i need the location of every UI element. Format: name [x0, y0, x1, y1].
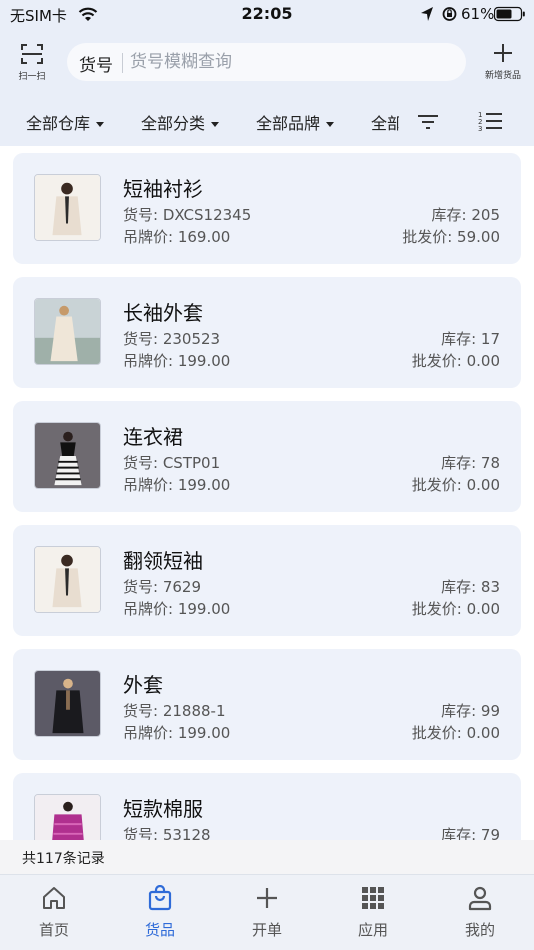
product-name: 翻领短袖: [123, 549, 203, 573]
product-code: 货号: 230523: [123, 330, 221, 348]
scan-icon: [21, 44, 43, 64]
filter-bar: 全部仓库 全部分类 全部品牌 全部 1 2 3: [0, 98, 534, 146]
product-code: 货号: DXCS12345: [123, 206, 252, 224]
add-product-button[interactable]: 新增货品: [480, 42, 526, 86]
caret-down-icon: [211, 122, 220, 127]
stock-count: 库存: 17: [441, 330, 500, 348]
tab-create-order-label: 开单: [251, 921, 282, 939]
wholesale-price: 批发价: 0.00: [411, 724, 500, 742]
product-list[interactable]: 短袖衬衫 货号: DXCS12345 吊牌价: 169.00 库存: 205 批…: [0, 146, 534, 840]
product-code: 货号: CSTP01: [123, 454, 221, 472]
tab-products[interactable]: 货品: [120, 885, 200, 940]
product-name: 连衣裙: [123, 425, 183, 449]
wholesale-price: 批发价: 59.00: [402, 228, 500, 246]
product-name: 长袖外套: [123, 301, 203, 325]
scan-label: 扫一扫: [18, 72, 46, 82]
product-card[interactable]: 翻领短袖 货号: 7629 吊牌价: 199.00 库存: 83 批发价: 0.…: [13, 525, 521, 636]
search-input[interactable]: [130, 47, 450, 77]
tab-home[interactable]: 首页: [14, 885, 94, 940]
svg-text:3: 3: [478, 125, 482, 133]
stock-count: 库存: 83: [441, 578, 500, 596]
stock-count: 库存: 78: [441, 454, 500, 472]
bag-icon: [148, 885, 172, 911]
purple-padded-jacket-photo: [34, 794, 101, 840]
tag-price: 吊牌价: 199.00: [123, 724, 231, 742]
user-icon: [468, 886, 492, 911]
product-code: 货号: 53128: [123, 826, 211, 840]
beige-coat-photo: [34, 174, 101, 241]
product-card[interactable]: 短款棉服 货号: 53128 库存: 79: [13, 773, 521, 840]
wholesale-price: 批发价: 0.00: [411, 600, 500, 618]
long-coat-photo: [34, 298, 101, 365]
home-icon: [43, 887, 65, 909]
tag-price: 吊牌价: 199.00: [123, 600, 231, 618]
ordered-list-icon[interactable]: 1 2 3: [477, 109, 503, 133]
product-name: 短袖衬衫: [123, 177, 203, 201]
filter-brand[interactable]: 全部品牌: [256, 110, 335, 134]
tab-apps-label: 应用: [357, 921, 388, 939]
caret-down-icon: [96, 122, 105, 127]
black-jacket-photo: [34, 670, 101, 737]
filter-icon[interactable]: [416, 111, 440, 133]
battery-percent: 61%: [461, 5, 495, 23]
plus-icon: [257, 888, 277, 908]
plus-icon: [494, 44, 512, 62]
beige-coat-photo: [34, 546, 101, 613]
tab-apps[interactable]: 应用: [333, 885, 413, 940]
filter-category[interactable]: 全部分类: [141, 110, 220, 134]
filter-warehouse-label: 全部仓库: [26, 114, 91, 133]
tab-me-label: 我的: [464, 921, 495, 939]
scan-button[interactable]: 扫一扫: [10, 42, 54, 84]
product-name: 短款棉服: [123, 797, 203, 821]
tab-bar: 首页 货品 开单 应用 我的: [0, 874, 534, 950]
wholesale-price: 批发价: 0.00: [411, 476, 500, 494]
product-code: 货号: 21888-1: [123, 702, 226, 720]
filter-category-label: 全部分类: [141, 114, 206, 133]
tag-price: 吊牌价: 199.00: [123, 476, 231, 494]
stock-count: 库存: 99: [441, 702, 500, 720]
header: 扫一扫 货号 新增货品: [0, 30, 534, 98]
product-card[interactable]: 长袖外套 货号: 230523 吊牌价: 199.00 库存: 17 批发价: …: [13, 277, 521, 388]
total-records-bar: 共117条记录: [0, 840, 534, 874]
tag-price: 吊牌价: 169.00: [123, 228, 231, 246]
filter-brand-label: 全部品牌: [256, 114, 321, 133]
wholesale-price: 批发价: 0.00: [411, 352, 500, 370]
rotation-lock-icon: [442, 7, 457, 21]
tab-me[interactable]: 我的: [440, 885, 520, 940]
tag-price: 吊牌价: 199.00: [123, 352, 231, 370]
filter-more[interactable]: 全部: [371, 110, 399, 134]
product-card[interactable]: 外套 货号: 21888-1 吊牌价: 199.00 库存: 99 批发价: 0…: [13, 649, 521, 760]
filter-more-label: 全部: [371, 114, 399, 133]
location-arrow-icon: [421, 7, 433, 21]
product-card[interactable]: 短袖衬衫 货号: DXCS12345 吊牌价: 169.00 库存: 205 批…: [13, 153, 521, 264]
add-product-label: 新增货品: [484, 71, 521, 81]
product-card[interactable]: 连衣裙 货号: CSTP01 吊牌价: 199.00 库存: 78 批发价: 0…: [13, 401, 521, 512]
apps-grid-icon: [362, 887, 384, 909]
product-code: 货号: 7629: [123, 578, 201, 596]
stock-count: 库存: 205: [431, 206, 500, 224]
tab-create-order[interactable]: 开单: [227, 885, 307, 940]
tab-home-label: 首页: [38, 921, 69, 939]
status-bar: 无SIM卡 22:05 61%: [0, 0, 534, 30]
search-divider: [122, 53, 123, 73]
stock-count: 库存: 79: [441, 826, 500, 840]
search-box[interactable]: 货号: [67, 43, 466, 81]
filter-warehouse[interactable]: 全部仓库: [26, 110, 105, 134]
tab-products-label: 货品: [144, 921, 175, 939]
search-key-label[interactable]: 货号: [79, 51, 113, 76]
striped-dress-photo: [34, 422, 101, 489]
product-name: 外套: [123, 673, 163, 697]
total-records: 共117条记录: [22, 851, 105, 867]
caret-down-icon: [326, 122, 335, 127]
battery-icon: [494, 6, 525, 22]
